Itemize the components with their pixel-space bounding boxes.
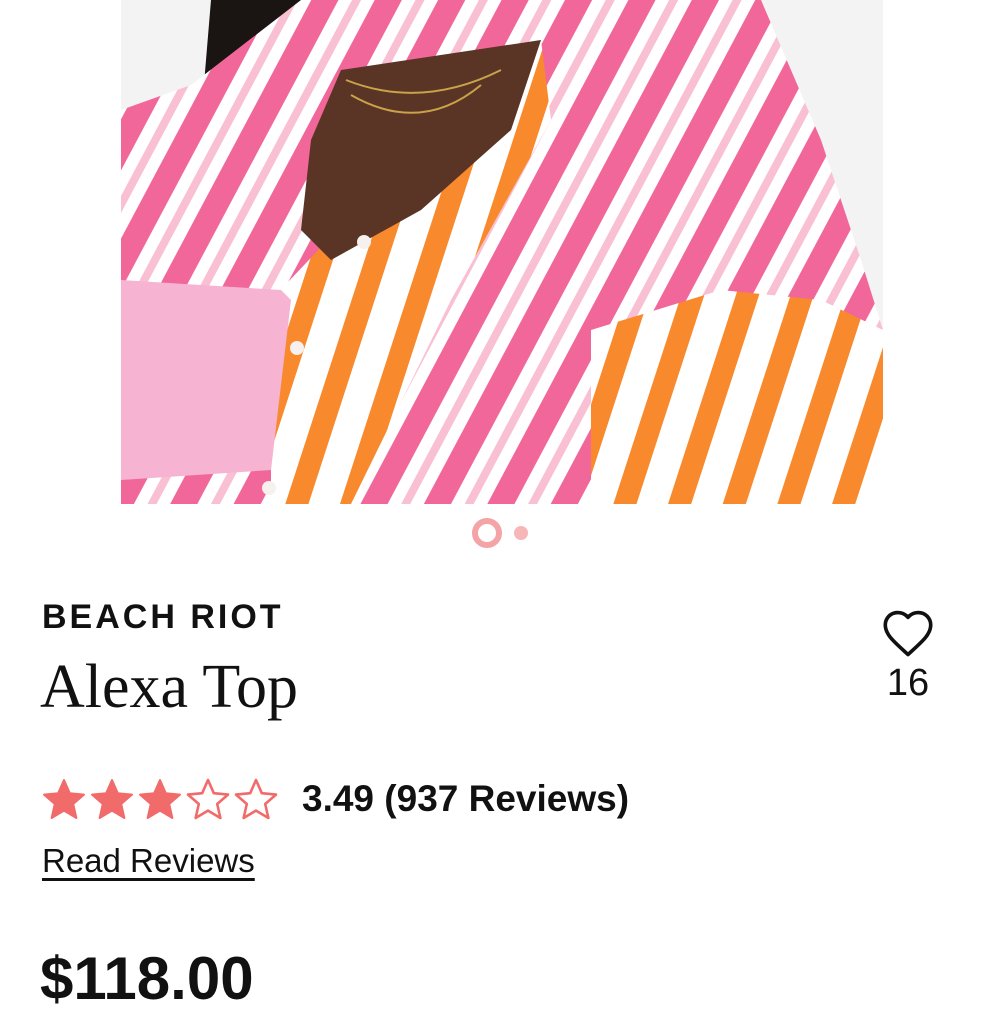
pager-dot[interactable] [514,526,528,540]
image-pager[interactable] [0,518,1000,548]
rating-summary[interactable]: 3.49 (937 Reviews) [40,776,629,822]
star-filled-icon [88,776,136,822]
heart-outline-icon[interactable] [868,608,948,658]
rating-stars [40,776,280,822]
product-photo[interactable] [121,0,883,504]
rating-text: 3.49 (937 Reviews) [302,778,630,819]
star-empty-icon [232,776,280,822]
product-image-gallery[interactable] [0,0,1000,506]
favorite-button[interactable]: 16 [868,608,948,705]
star-filled-icon [136,776,184,822]
read-reviews-link[interactable]: Read Reviews [42,842,255,880]
star-filled-icon [40,776,88,822]
product-price: $118.00 [40,945,254,1012]
product-title: Alexa Top [40,653,298,721]
pager-dot-active[interactable] [472,518,502,548]
favorite-count: 16 [886,662,930,704]
brand-name[interactable]: BEACH RIOT [42,598,284,637]
star-empty-icon [184,776,232,822]
